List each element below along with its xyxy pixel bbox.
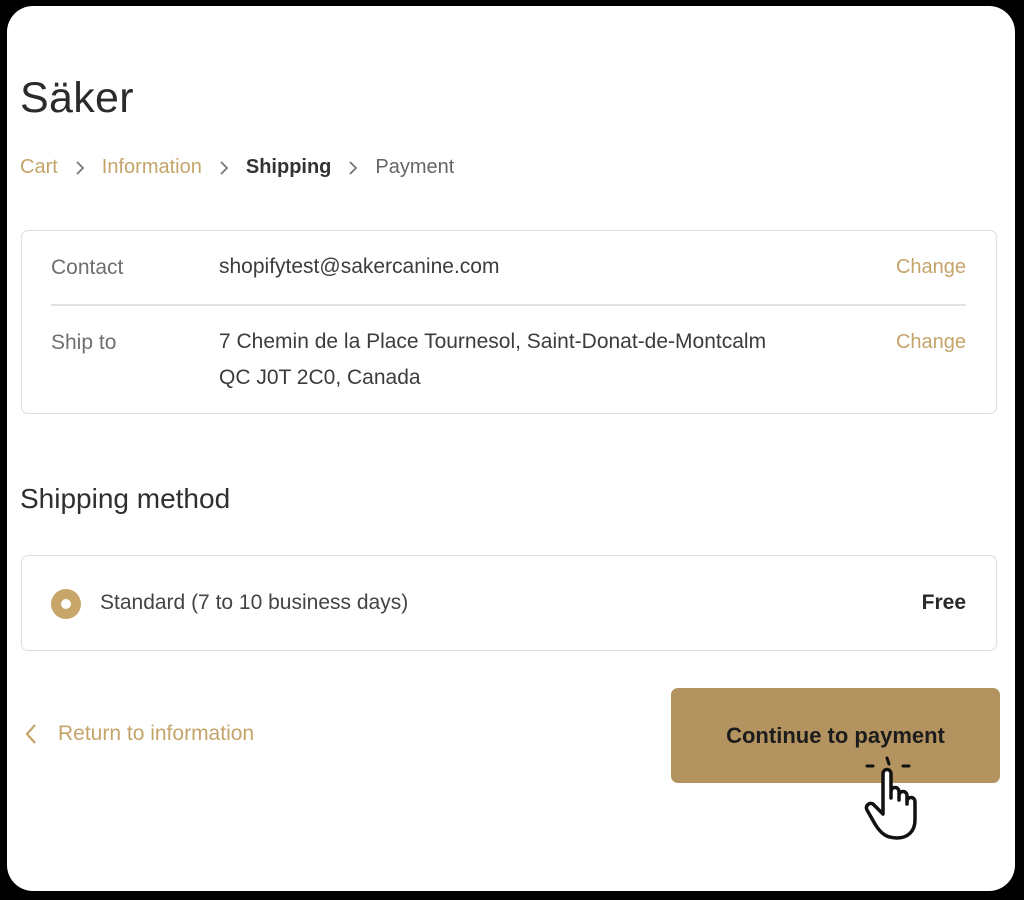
chevron-right-icon (347, 160, 359, 175)
shipping-option-radio-selected[interactable] (51, 589, 81, 619)
change-contact-link[interactable]: Change (896, 256, 966, 279)
shipping-method-option[interactable]: Standard (7 to 10 business days) Free (21, 555, 997, 651)
continue-to-payment-button[interactable]: Continue to payment (671, 688, 1000, 783)
ship-to-value: 7 Chemin de la Place Tournesol, Saint-Do… (219, 324, 766, 396)
chevron-right-icon (218, 160, 230, 175)
checkout-window: Säker Cart Information Shipping Payment … (7, 6, 1015, 891)
review-summary: Contact shopifytest@sakercanine.com Chan… (21, 230, 997, 414)
return-label: Return to information (58, 722, 255, 745)
divider (51, 304, 966, 306)
contact-label: Contact (51, 256, 124, 279)
breadcrumb: Cart Information Shipping Payment (20, 156, 454, 179)
ship-to-label: Ship to (51, 331, 117, 354)
breadcrumb-shipping: Shipping (245, 156, 332, 178)
shipping-method-title: Shipping method (20, 483, 231, 514)
return-to-information-link[interactable]: Return to information (24, 722, 254, 746)
shipping-option-label: Standard (7 to 10 business days) (100, 591, 409, 614)
breadcrumb-information[interactable]: Information (102, 156, 202, 179)
change-ship-to-link[interactable]: Change (896, 331, 966, 354)
shipping-option-price: Free (921, 591, 966, 614)
ship-to-address-line1: 7 Chemin de la Place Tournesol, Saint-Do… (219, 330, 767, 353)
contact-value: shopifytest@sakercanine.com (219, 255, 500, 278)
ship-to-address-line2: QC J0T 2C0, Canada (219, 366, 421, 389)
breadcrumb-cart[interactable]: Cart (20, 156, 58, 179)
chevron-left-icon (25, 724, 36, 744)
chevron-right-icon (74, 160, 86, 175)
store-logo[interactable]: Säker (20, 74, 134, 123)
breadcrumb-payment: Payment (375, 156, 455, 178)
